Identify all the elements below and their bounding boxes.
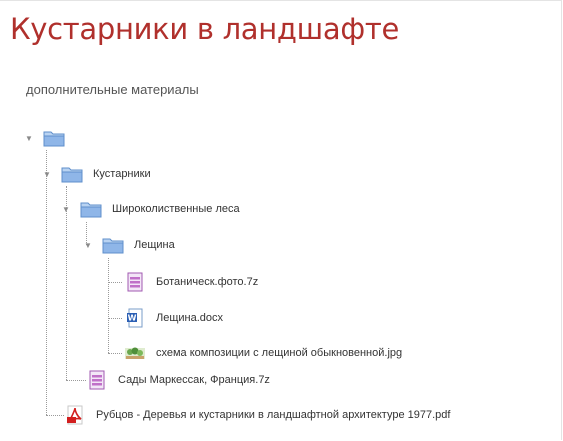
folder-label-broadleaf[interactable]: Широколиственные леса: [112, 203, 240, 215]
tree-line: [108, 353, 122, 354]
triangle-down-icon[interactable]: ▼: [59, 205, 73, 214]
folder-label-hazel[interactable]: Лещина: [134, 239, 175, 251]
tree-node-hazel[interactable]: ▼ Лещина: [81, 234, 175, 256]
tree-line: [108, 282, 122, 283]
tree-file-botanic[interactable]: Ботаническ.фото.7z: [124, 271, 258, 293]
tree-line: [108, 318, 122, 319]
tree-node-shrubs[interactable]: ▼ Кустарники: [40, 163, 151, 185]
archive-file-icon: [124, 272, 146, 292]
folder-icon: [43, 128, 65, 148]
file-label-hazel-docx[interactable]: Лещина.docx: [156, 312, 223, 324]
file-label-rubtsov-pdf[interactable]: Рубцов - Деревья и кустарники в ландшафт…: [96, 409, 450, 421]
tree-line: [46, 415, 64, 416]
folder-label-shrubs[interactable]: Кустарники: [93, 168, 151, 180]
triangle-down-icon[interactable]: ▼: [22, 134, 36, 143]
word-document-icon: W: [124, 308, 146, 328]
image-file-icon: [124, 343, 146, 363]
tree-file-rubtsov-pdf[interactable]: Рубцов - Деревья и кустарники в ландшафт…: [64, 404, 450, 426]
svg-text:W: W: [128, 314, 137, 323]
folder-icon: [61, 164, 83, 184]
triangle-down-icon[interactable]: ▼: [40, 170, 54, 179]
tree-node-broadleaf[interactable]: ▼ Широколиственные леса: [59, 198, 240, 220]
folder-icon: [102, 235, 124, 255]
tree-line: [66, 380, 86, 381]
file-label-gardens[interactable]: Сады Маркессак, Франция.7z: [118, 374, 270, 386]
tree-file-gardens[interactable]: Сады Маркессак, Франция.7z: [86, 369, 270, 391]
tree-file-hazel-docx[interactable]: W Лещина.docx: [124, 307, 223, 329]
tree-file-scheme-jpg[interactable]: схема композиции с лещиной обыкновенной.…: [124, 342, 402, 364]
triangle-down-icon[interactable]: ▼: [81, 241, 95, 250]
file-tree: ▼ ▼ Кустарники ▼ Широколиственные леса ▼…: [0, 0, 563, 441]
pdf-file-icon: [64, 405, 86, 425]
archive-file-icon: [86, 370, 108, 390]
tree-line: [108, 258, 109, 353]
tree-node-root[interactable]: ▼: [22, 127, 75, 149]
tree-line: [46, 150, 47, 415]
folder-icon: [80, 199, 102, 219]
file-label-botanic[interactable]: Ботаническ.фото.7z: [156, 276, 258, 288]
file-label-scheme-jpg[interactable]: схема композиции с лещиной обыкновенной.…: [156, 347, 402, 359]
